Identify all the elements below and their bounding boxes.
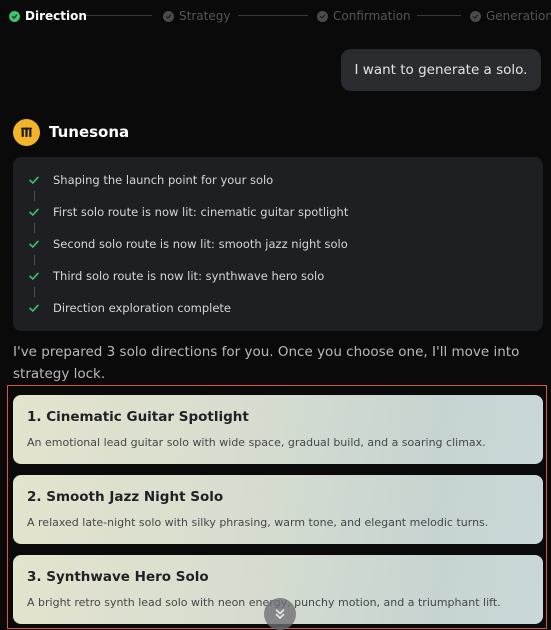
option-title: 2. Smooth Jazz Night Solo — [27, 489, 224, 505]
progress-connector — [34, 191, 35, 201]
check-icon — [29, 208, 39, 216]
option-title: 3. Synthwave Hero Solo — [27, 569, 209, 585]
check-icon — [29, 240, 39, 248]
check-icon — [29, 304, 39, 312]
step-connector — [417, 15, 461, 16]
progress-connector — [34, 223, 35, 233]
option-description: An emotional lead guitar solo with wide … — [27, 436, 486, 449]
intro-line: strategy lock. — [13, 366, 106, 382]
step-connector — [86, 15, 152, 16]
check-icon — [29, 272, 39, 280]
progress-label: Shaping the launch point for your solo — [53, 173, 274, 187]
step-label: Direction — [25, 9, 87, 23]
step-connector — [238, 15, 308, 16]
page: Direction Strategy Confirmation Generati… — [0, 0, 551, 630]
intro-text: I've prepared 3 solo directions for you.… — [13, 341, 533, 385]
progress-label: First solo route is now lit: cinematic g… — [53, 205, 349, 219]
step-confirmation[interactable]: Confirmation — [317, 8, 411, 24]
bot-name: Tunesona — [49, 123, 130, 141]
option-title: 1. Cinematic Guitar Spotlight — [27, 409, 249, 425]
progress-connector — [34, 255, 35, 265]
check-icon — [317, 10, 328, 22]
avatar — [13, 119, 40, 146]
tunesona-logo-icon — [20, 127, 33, 138]
check-icon — [9, 10, 20, 22]
check-icon — [470, 10, 481, 22]
progress-connector — [34, 287, 35, 297]
chevrons-down-icon — [275, 609, 285, 619]
step-label: Strategy — [179, 9, 231, 23]
check-icon — [29, 176, 39, 184]
progress-label: Third solo route is now lit: synthwave h… — [53, 269, 325, 283]
step-strategy[interactable]: Strategy — [163, 8, 230, 24]
step-direction[interactable]: Direction — [9, 8, 87, 24]
user-message: I want to generate a solo. — [341, 49, 541, 91]
step-label: Generation — [486, 9, 551, 23]
step-generation[interactable]: Generation — [470, 8, 551, 24]
progress-label: Direction exploration complete — [53, 301, 231, 315]
check-icon — [163, 10, 174, 22]
progress-label: Second solo route is now lit: smooth jaz… — [53, 237, 348, 251]
step-label: Confirmation — [333, 9, 411, 23]
option-description: A relaxed late-night solo with silky phr… — [27, 516, 489, 529]
intro-line: I've prepared 3 solo directions for you.… — [13, 344, 520, 360]
stepper: Direction Strategy Confirmation Generati… — [0, 0, 551, 32]
option-description: A bright retro synth lead solo with neon… — [27, 596, 501, 609]
option-card-cinematic-guitar[interactable]: 1. Cinematic Guitar Spotlight An emotion… — [13, 395, 543, 464]
progress-panel: Shaping the launch point for your solo F… — [13, 157, 543, 331]
option-card-smooth-jazz[interactable]: 2. Smooth Jazz Night Solo A relaxed late… — [13, 475, 543, 544]
scroll-down-button[interactable] — [264, 598, 296, 630]
